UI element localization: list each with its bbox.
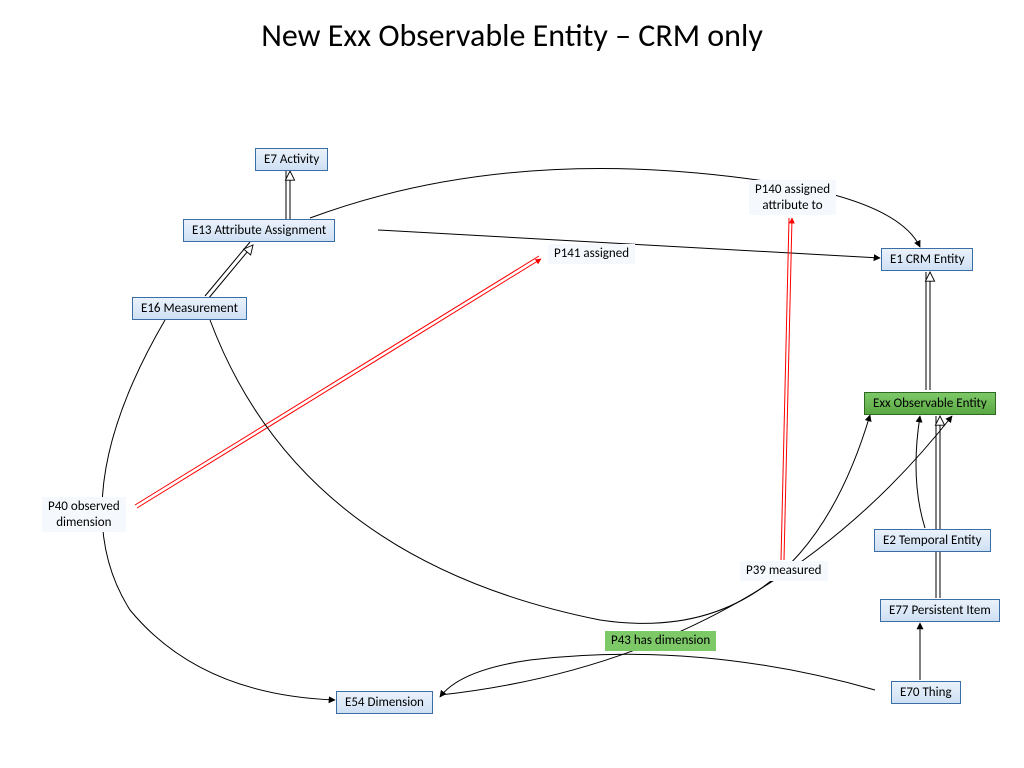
node-exx-observable-entity: Exx Observable Entity	[864, 392, 996, 415]
node-e13-attribute-assignment: E13 Attribute Assignment	[183, 219, 335, 242]
node-e77-persistent-item: E77 Persistent Item	[880, 599, 1000, 622]
node-e2-temporal-entity: E2 Temporal Entity	[874, 529, 991, 552]
label-p43: P43 has dimension	[605, 631, 716, 651]
label-p140: P140 assigned attribute to	[749, 180, 836, 215]
label-p40: P40 observed dimension	[42, 497, 126, 532]
node-e16-measurement: E16 Measurement	[132, 297, 247, 320]
page-title: New Exx Observable Entity – CRM only	[0, 16, 1024, 55]
label-p141: P141 assigned	[548, 244, 635, 264]
node-e70-thing: E70 Thing	[891, 681, 961, 704]
node-e1-crm-entity: E1 CRM Entity	[881, 248, 973, 271]
arrows-layer	[0, 0, 1024, 768]
node-e54-dimension: E54 Dimension	[336, 691, 433, 714]
node-e7-activity: E7 Activity	[255, 148, 328, 171]
label-p39: P39 measured	[740, 561, 828, 581]
